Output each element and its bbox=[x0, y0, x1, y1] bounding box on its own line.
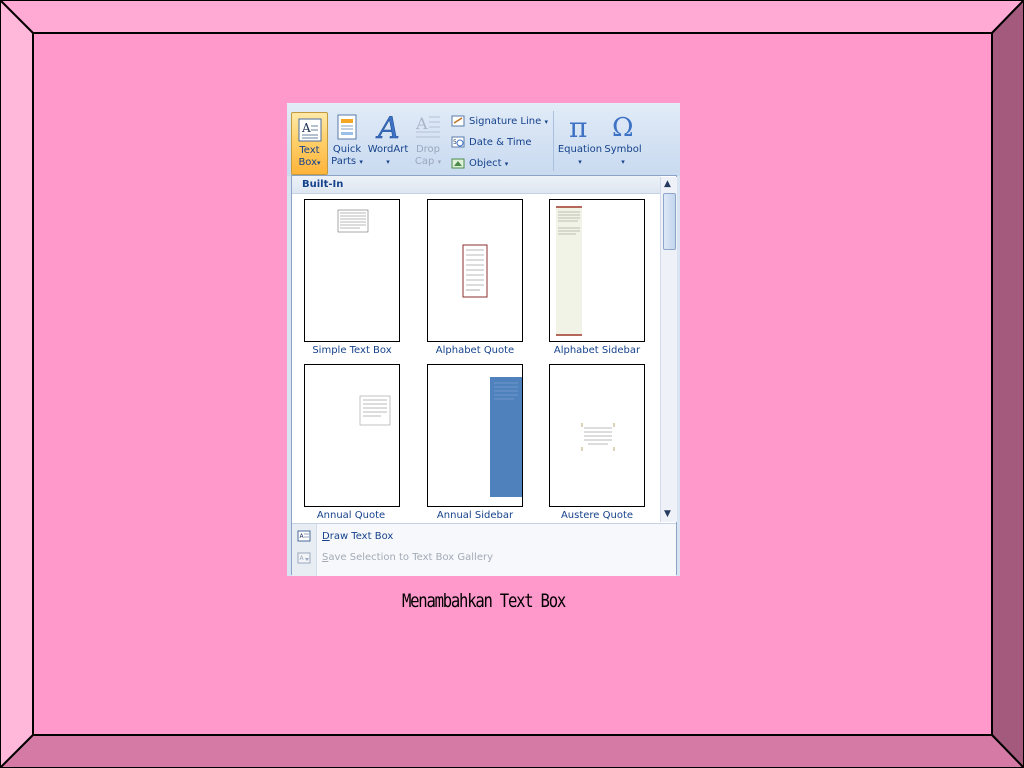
object-button[interactable]: Object ▾ bbox=[451, 155, 508, 173]
quick-parts-label-1: Quick bbox=[332, 144, 362, 155]
pi-icon: π bbox=[569, 112, 587, 142]
quick-parts-icon bbox=[337, 114, 357, 140]
chevron-down-icon: ▾ bbox=[578, 158, 582, 166]
scrollbar-thumb[interactable] bbox=[663, 193, 676, 250]
insert-ribbon: A Text Box▾ Quick Parts ▾ A WordArt ▾ A … bbox=[287, 103, 680, 176]
gallery-item-label: Alphabet Quote bbox=[435, 345, 515, 356]
simple-text-box-preview bbox=[337, 209, 369, 233]
gallery-item-label: Simple Text Box bbox=[312, 345, 392, 356]
slide-caption: Menambahkan Text Box bbox=[401, 590, 566, 612]
drop-cap-label-1: Drop bbox=[415, 144, 441, 155]
scroll-up-icon[interactable]: ▲ bbox=[664, 179, 671, 189]
gallery-item-alphabet-sidebar[interactable] bbox=[549, 199, 645, 342]
gallery-item-alphabet-quote[interactable] bbox=[427, 199, 523, 342]
svg-text:5: 5 bbox=[453, 139, 457, 146]
chevron-down-icon: ▾ bbox=[504, 160, 509, 168]
chevron-down-icon: ▾ bbox=[621, 158, 625, 166]
drop-cap-icon: A bbox=[415, 114, 440, 138]
annual-quote-preview bbox=[359, 395, 391, 426]
quick-parts-label-2: Parts ▾ bbox=[331, 156, 363, 167]
chevron-down-icon: ▾ bbox=[437, 158, 442, 166]
annual-sidebar-preview bbox=[490, 377, 522, 497]
wordart-icon: A bbox=[375, 112, 400, 142]
drop-cap-label-2: Cap ▾ bbox=[414, 156, 442, 167]
signature-line-button[interactable]: Signature Line ▾ bbox=[451, 113, 548, 131]
text-box-label-1: Text bbox=[299, 145, 320, 156]
draw-text-box-icon: A bbox=[297, 530, 311, 542]
gallery-item-austere-quote[interactable] bbox=[549, 364, 645, 507]
gallery-item-label: Annual Quote bbox=[316, 510, 386, 521]
svg-text:Ω: Ω bbox=[612, 113, 634, 142]
gallery-item-annual-sidebar[interactable] bbox=[427, 364, 523, 507]
scroll-down-icon[interactable]: ▼ bbox=[664, 509, 671, 519]
gallery-item-annual-quote[interactable] bbox=[304, 364, 400, 507]
svg-text:A: A bbox=[301, 121, 311, 135]
signature-line-icon bbox=[451, 115, 465, 127]
omega-icon: Ω bbox=[612, 113, 634, 142]
word-text-box-screenshot: A Text Box▾ Quick Parts ▾ A WordArt ▾ A … bbox=[287, 103, 680, 576]
wordart-button[interactable]: A WordArt ▾ bbox=[367, 112, 409, 168]
gallery-footer: A Draw Text Box A Save Selection to Text… bbox=[292, 523, 676, 576]
text-box-button[interactable]: A Text Box▾ bbox=[291, 112, 328, 175]
svg-text:A: A bbox=[415, 114, 428, 133]
quick-parts-button[interactable]: Quick Parts ▾ bbox=[331, 112, 363, 168]
svg-text:π: π bbox=[569, 112, 587, 142]
chevron-down-icon: ▾ bbox=[317, 159, 321, 167]
gallery-item-simple-text-box[interactable] bbox=[304, 199, 400, 342]
text-box-label-2: Box▾ bbox=[298, 157, 321, 168]
wordart-label: WordArt bbox=[367, 144, 409, 155]
ribbon-group-separator bbox=[553, 111, 554, 171]
draw-text-box-command[interactable]: Draw Text Box bbox=[322, 531, 393, 542]
drop-cap-button[interactable]: A Drop Cap ▾ bbox=[412, 112, 444, 168]
date-time-icon: 5 bbox=[451, 136, 465, 148]
symbol-button[interactable]: Ω Symbol ▾ bbox=[603, 112, 643, 168]
built-in-header: Built-In bbox=[292, 176, 660, 194]
symbol-label: Symbol bbox=[604, 144, 642, 155]
gallery-item-label: Alphabet Sidebar bbox=[553, 345, 641, 356]
gallery-item-label: Annual Sidebar bbox=[436, 510, 514, 521]
text-box-icon: A bbox=[298, 118, 321, 142]
object-icon bbox=[451, 158, 465, 169]
chevron-down-icon: ▾ bbox=[386, 158, 390, 166]
gallery-item-label: Austere Quote bbox=[560, 510, 634, 521]
gallery-scrollbar[interactable]: ▲ ▼ bbox=[660, 177, 677, 522]
equation-button[interactable]: π Equation ▾ bbox=[557, 112, 603, 168]
save-selection-icon: A bbox=[297, 552, 311, 564]
chevron-down-icon: ▾ bbox=[359, 158, 363, 166]
alphabet-quote-preview bbox=[462, 244, 488, 298]
chevron-down-icon: ▾ bbox=[544, 118, 548, 126]
svg-text:A: A bbox=[375, 112, 400, 142]
austere-quote-preview bbox=[581, 423, 615, 451]
text-box-gallery: Built-In Simple Text Box Alphabet Quote … bbox=[291, 175, 677, 576]
alphabet-sidebar-preview bbox=[556, 206, 582, 336]
save-selection-command[interactable]: Save Selection to Text Box Gallery bbox=[322, 552, 493, 563]
equation-label: Equation bbox=[557, 144, 603, 155]
date-time-button[interactable]: 5 Date & Time bbox=[451, 134, 532, 152]
